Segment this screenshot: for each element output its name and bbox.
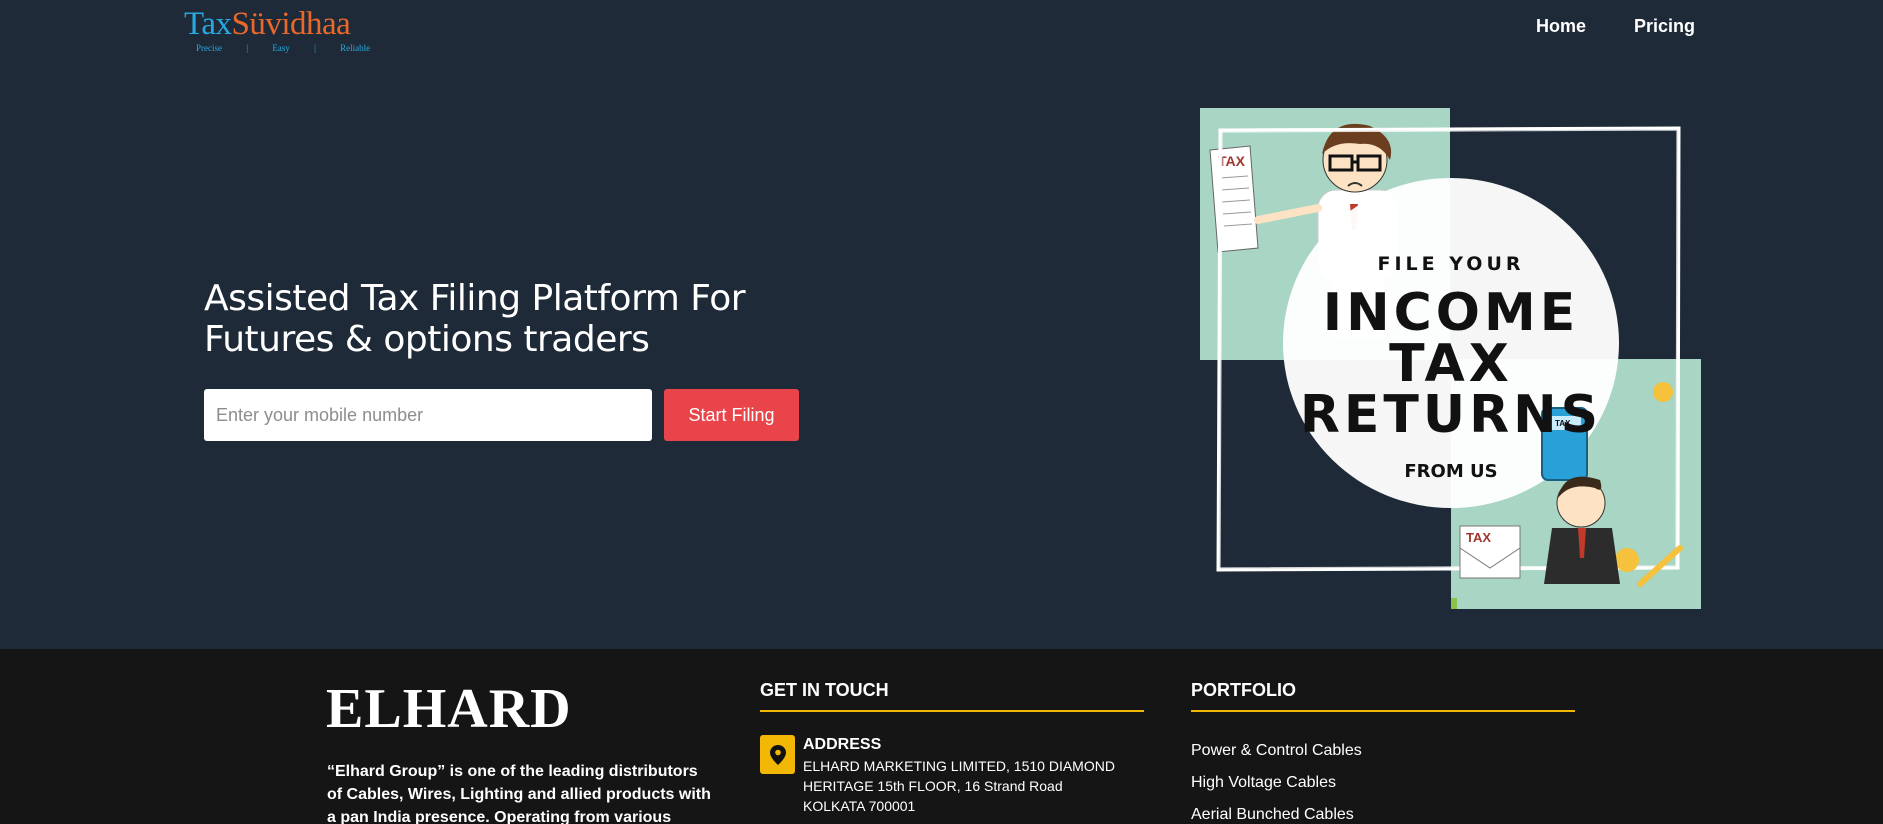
main-nav: Home Pricing [1536, 16, 1695, 37]
portfolio-item[interactable]: Power & Control Cables [1191, 735, 1362, 767]
mobile-number-input[interactable] [204, 389, 652, 441]
portfolio-item[interactable]: High Voltage Cables [1191, 767, 1362, 799]
logo-part-suvidhaa: Süvidhaa [231, 6, 351, 42]
portfolio-heading: PORTFOLIO [1191, 680, 1575, 712]
site-footer: ELHARD “Elhard Group” is one of the lead… [0, 649, 1883, 824]
tax-label-bottom: TAX [1466, 530, 1491, 545]
illus-tax: TAX [1389, 334, 1513, 394]
tagline-reliable: Reliable [340, 43, 371, 53]
tagline-precise: Precise [196, 43, 222, 53]
contact-heading: GET IN TOUCH [760, 680, 1144, 712]
illus-returns: RETURNS [1299, 385, 1603, 445]
illus-file-your: FILE YOUR [1377, 253, 1525, 275]
illus-income: INCOME [1322, 283, 1580, 343]
footer-brand: ELHARD [326, 678, 572, 740]
nav-home[interactable]: Home [1536, 16, 1586, 37]
location-pin-icon [760, 735, 795, 774]
portfolio-list: Power & Control Cables High Voltage Cabl… [1191, 735, 1362, 824]
site-logo[interactable]: TaxSüvidhaa Precise | Easy | Reliable [184, 6, 370, 53]
green-accent [1451, 598, 1457, 609]
hero-title: Assisted Tax Filing Platform For Futures… [204, 278, 746, 360]
tagline-sep-1: | [246, 43, 249, 53]
illus-from-us: FROM US [1404, 461, 1498, 482]
logo-wordmark: TaxSüvidhaa [184, 6, 351, 42]
tax-envelope-icon: TAX [1459, 525, 1521, 579]
tagline-sep-2: | [314, 43, 316, 53]
tax-paper-icon: TAX [1209, 145, 1259, 253]
tagline-easy: Easy [272, 43, 290, 53]
logo-tagline: Precise | Easy | Reliable [196, 43, 370, 53]
address-text: ELHARD MARKETING LIMITED, 1510 DIAMOND H… [803, 758, 1115, 814]
logo-part-tax: Tax [184, 6, 232, 42]
nav-pricing[interactable]: Pricing [1634, 16, 1695, 37]
address-label: ADDRESS [803, 736, 882, 753]
footer-about-text: “Elhard Group” is one of the leading dis… [327, 763, 711, 824]
portfolio-item[interactable]: Aerial Bunched Cables [1191, 799, 1362, 824]
start-filing-button[interactable]: Start Filing [664, 389, 799, 441]
